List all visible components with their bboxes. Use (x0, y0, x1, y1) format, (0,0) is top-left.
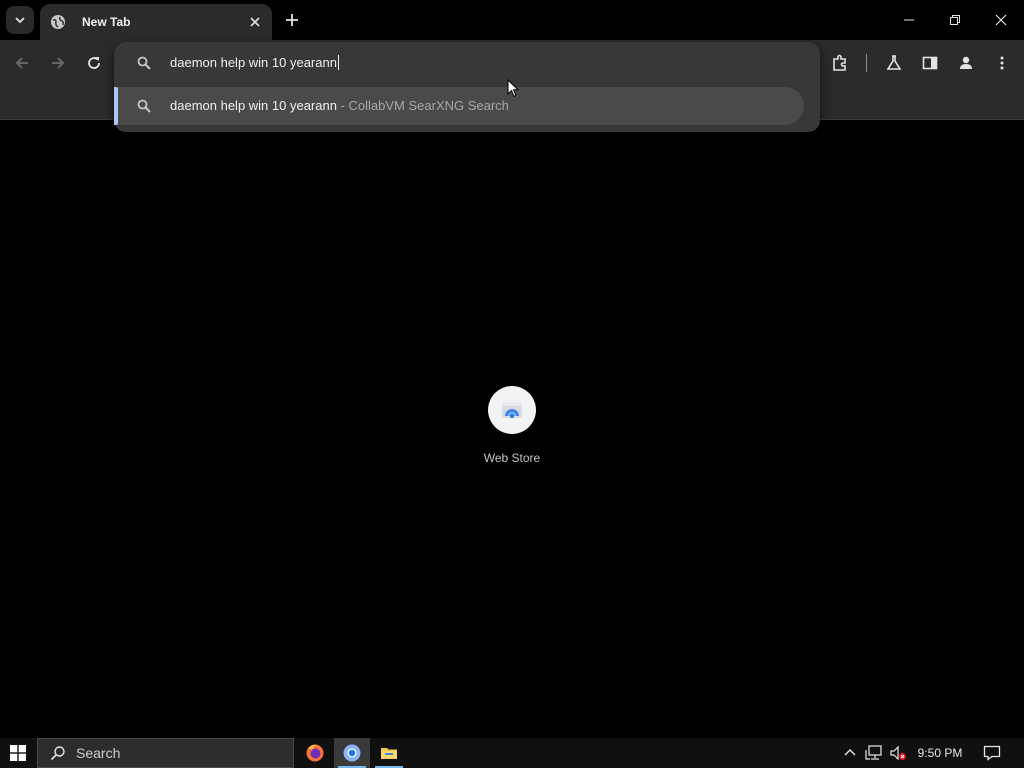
new-tab-button[interactable] (280, 8, 304, 32)
start-button[interactable] (0, 738, 36, 768)
taskbar-app-firefox[interactable] (297, 738, 333, 768)
close-window-button[interactable] (978, 0, 1024, 40)
suggestion-text: daemon help win 10 yearann - CollabVM Se… (170, 98, 509, 113)
suggestion-separator: - (336, 98, 349, 113)
notification-icon (983, 745, 1001, 761)
toolbar-separator (866, 54, 867, 72)
extensions-button[interactable] (827, 50, 853, 76)
plus-icon (286, 14, 298, 26)
close-icon (250, 17, 260, 27)
taskbar-app-chrome[interactable] (334, 738, 370, 768)
reload-icon (88, 57, 100, 69)
volume-tray-button[interactable] (887, 738, 909, 768)
reload-button[interactable] (81, 50, 107, 76)
close-tab-button[interactable] (246, 13, 264, 31)
chevron-down-icon (15, 17, 25, 24)
web-store-icon (502, 402, 522, 418)
taskbar-app-file-explorer[interactable] (371, 738, 407, 768)
tab-new-tab[interactable]: New Tab (40, 4, 272, 40)
shortcut-web-store[interactable]: Web Store (472, 386, 552, 470)
shortcut-label: Web Store (483, 451, 541, 465)
tab-search-button[interactable] (6, 6, 34, 34)
taskbar-clock[interactable]: 9:50 PM (912, 738, 968, 768)
taskbar-search-box[interactable]: Search (37, 738, 294, 768)
text-caret (337, 55, 339, 70)
forward-button[interactable] (45, 50, 71, 76)
more-vert-icon (1000, 56, 1004, 70)
shortcut-icon-circle (488, 386, 536, 434)
tab-title: New Tab (82, 15, 131, 29)
arrow-left-icon (15, 57, 28, 69)
search-icon (137, 56, 151, 70)
arrow-right-icon (52, 57, 65, 69)
taskbar-search-placeholder: Search (76, 745, 121, 761)
taskbar: Search 9:50 PM (0, 738, 1024, 768)
chevron-up-icon (844, 749, 856, 756)
windows-logo-icon (10, 745, 26, 761)
restore-button[interactable] (932, 0, 978, 40)
globe-icon (50, 14, 66, 30)
suggestion-query: daemon help win 10 yearann (170, 98, 337, 113)
puzzle-icon (833, 54, 846, 71)
omnibox-suggestion[interactable]: daemon help win 10 yearann - CollabVM Se… (114, 87, 804, 125)
network-icon (865, 745, 882, 760)
close-icon (995, 14, 1007, 26)
firefox-icon (306, 744, 324, 762)
tab-strip: New Tab (0, 0, 1024, 40)
flask-icon (886, 55, 902, 70)
omnibox-input-text: daemon help win 10 yearann (170, 55, 337, 70)
show-hidden-icons-button[interactable] (840, 738, 860, 768)
side-panel-button[interactable] (917, 50, 943, 76)
person-icon (960, 56, 972, 69)
profile-button[interactable] (953, 50, 979, 76)
mouse-cursor-icon (507, 79, 519, 98)
omnibox-popup: daemon help win 10 yearann daemon help w… (114, 42, 820, 132)
menu-button[interactable] (989, 50, 1015, 76)
suggestion-engine: CollabVM SearXNG Search (348, 98, 509, 113)
folder-icon (381, 748, 397, 759)
action-center-button[interactable] (978, 738, 1006, 768)
labs-button[interactable] (881, 50, 907, 76)
back-button[interactable] (9, 50, 35, 76)
search-icon (50, 746, 65, 761)
volume-muted-icon (890, 745, 906, 761)
minimize-button[interactable] (886, 0, 932, 40)
side-panel-icon (922, 56, 938, 70)
suggestion-selected-indicator (114, 87, 118, 125)
omnibox-input[interactable]: daemon help win 10 yearann (170, 55, 339, 70)
network-tray-button[interactable] (862, 738, 886, 768)
chrome-icon (343, 744, 361, 762)
search-icon (137, 99, 151, 113)
minimize-icon (904, 19, 914, 21)
omnibox[interactable]: daemon help win 10 yearann (114, 42, 820, 84)
restore-icon (950, 15, 960, 25)
